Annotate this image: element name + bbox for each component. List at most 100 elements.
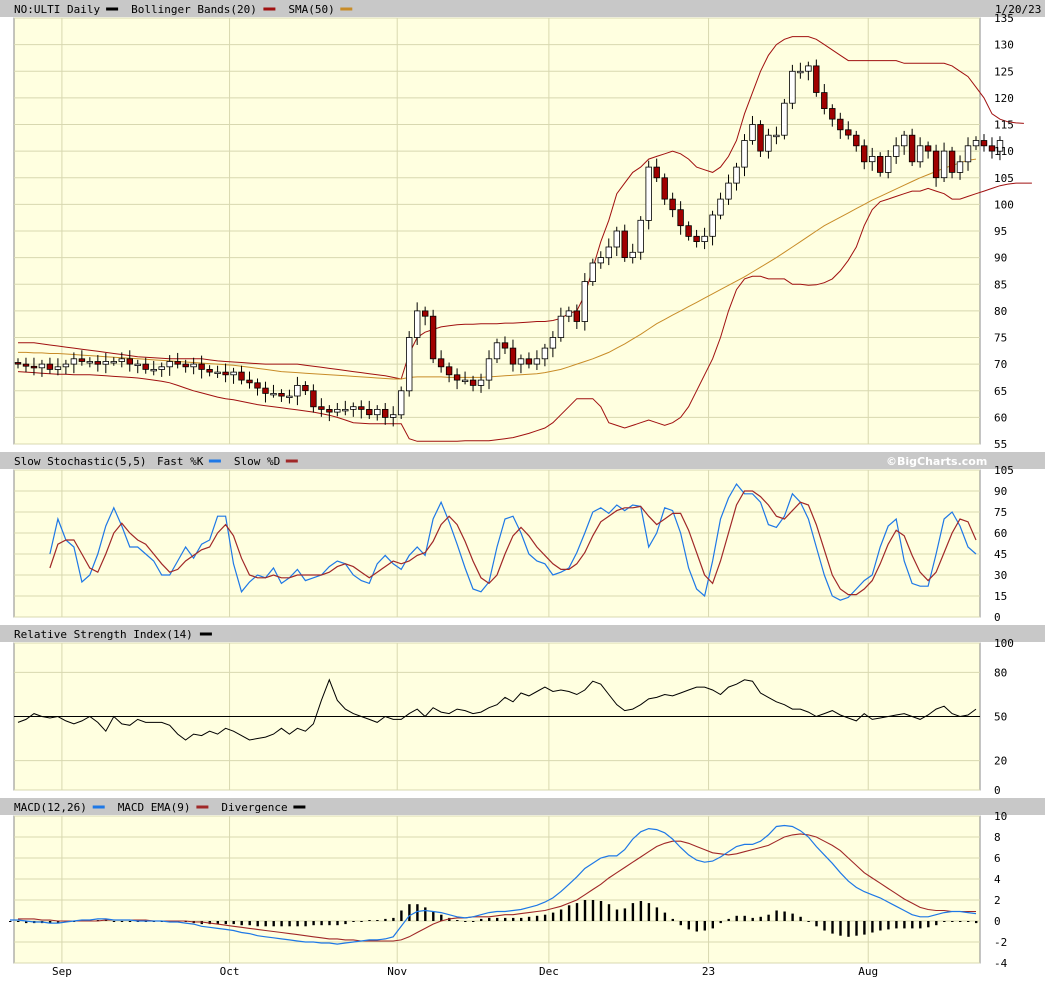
price-legend-label: NO:ULTI Daily [14, 3, 100, 16]
candle-up [230, 371, 237, 376]
candle-down [621, 230, 628, 259]
divergence-bar [639, 901, 643, 921]
stochastic-y-tick-label: 105 [994, 464, 1014, 477]
divergence-bar [520, 917, 523, 921]
divergence-bar [344, 921, 347, 925]
candle-down [278, 392, 285, 397]
divergence-bar [288, 921, 291, 927]
chart-svg: 5560657075808590951001051101151201251301… [9, 3, 1041, 978]
candle-down [30, 365, 38, 369]
candle-up [869, 155, 876, 163]
price-y-tick-label: 55 [994, 438, 1007, 451]
candle-up [270, 392, 277, 396]
candle-down [877, 155, 884, 173]
candle-down [821, 92, 828, 109]
candle-up [605, 246, 612, 259]
divergence-bar [591, 900, 595, 921]
stochastic-y-tick-label: 0 [994, 611, 1001, 624]
divergence-bar [887, 921, 890, 930]
candle-up [70, 358, 78, 365]
candle-down [853, 134, 860, 147]
candle-down [182, 363, 189, 368]
price-y-tick-label: 130 [994, 39, 1014, 52]
candle-up [493, 342, 501, 360]
candle-down [948, 150, 956, 173]
price-y-tick-label: 105 [994, 172, 1014, 185]
candle-up [597, 257, 604, 264]
candle-down [837, 118, 844, 131]
macd-legend-label: Divergence [221, 801, 287, 814]
x-axis-label: Oct [220, 965, 240, 978]
candle-up [565, 310, 573, 317]
candle-up [517, 358, 525, 365]
divergence-bar [783, 911, 786, 921]
candle-up [701, 235, 708, 243]
divergence-bar [951, 921, 954, 922]
divergence-bar [711, 921, 714, 929]
divergence-bar [440, 914, 443, 921]
candle-down [262, 387, 269, 394]
divergence-bar [799, 916, 802, 921]
candle-up [86, 361, 93, 364]
candle-down [174, 361, 181, 365]
candle-down [246, 379, 253, 384]
candle-up [805, 65, 812, 72]
candle-up [389, 414, 397, 418]
candle-up [533, 358, 541, 365]
price-y-tick-label: 125 [994, 65, 1014, 78]
candle-up [956, 161, 964, 173]
divergence-bar [615, 909, 619, 921]
divergence-bar [727, 918, 730, 921]
price-legend-label: Bollinger Bands(20) [131, 3, 257, 16]
divergence-bar [567, 905, 571, 922]
candle-down [924, 145, 932, 152]
candle-up [150, 368, 157, 372]
candle-down [302, 384, 309, 392]
stochastic-y-tick-label: 30 [994, 569, 1007, 582]
divergence-bar [655, 907, 659, 921]
stochastic-legend-label: Slow %D [234, 455, 280, 468]
price-y-tick-label: 85 [994, 278, 1007, 291]
candle-up [477, 379, 485, 386]
candle-up [773, 134, 780, 138]
stochastic-legend-label: Fast %K [157, 455, 204, 468]
candle-down [198, 363, 205, 370]
candle-up [294, 384, 301, 397]
divergence-bar [543, 914, 547, 921]
divergence-bar [703, 921, 706, 931]
candle-up [413, 310, 421, 338]
candle-up [485, 358, 493, 381]
divergence-bar [120, 921, 124, 922]
divergence-bar [687, 921, 690, 930]
candle-down [310, 390, 317, 408]
x-axis-label: Aug [858, 965, 878, 978]
divergence-bar [855, 921, 858, 936]
candle-down [421, 310, 429, 317]
divergence-bar [112, 921, 116, 922]
candle-up [733, 166, 740, 184]
candle-down [326, 408, 333, 413]
divergence-bar [815, 921, 818, 927]
candle-down [78, 358, 86, 362]
divergence-bar [432, 911, 435, 921]
divergence-bar [911, 921, 914, 929]
candle-down [845, 129, 852, 136]
divergence-bar [328, 921, 331, 926]
x-axis-label: 23 [702, 965, 715, 978]
candle-down [142, 363, 149, 370]
stochastic-y-tick-label: 60 [994, 527, 1007, 540]
candle-down [366, 408, 373, 416]
stochastic-legend-label: Slow Stochastic(5,5) [14, 455, 146, 468]
macd-plot-area [13, 815, 981, 964]
divergence-bar [943, 921, 946, 922]
divergence-bar [232, 921, 235, 925]
macd-legend-label: MACD EMA(9) [118, 801, 191, 814]
divergence-bar [488, 917, 491, 921]
divergence-bar [336, 921, 339, 926]
candle-down [358, 406, 365, 410]
divergence-bar [264, 921, 267, 927]
candle-down [908, 134, 916, 163]
divergence-bar [559, 909, 563, 921]
macd-y-tick-label: 2 [994, 894, 1001, 907]
stochastic-plot-area [13, 469, 981, 618]
